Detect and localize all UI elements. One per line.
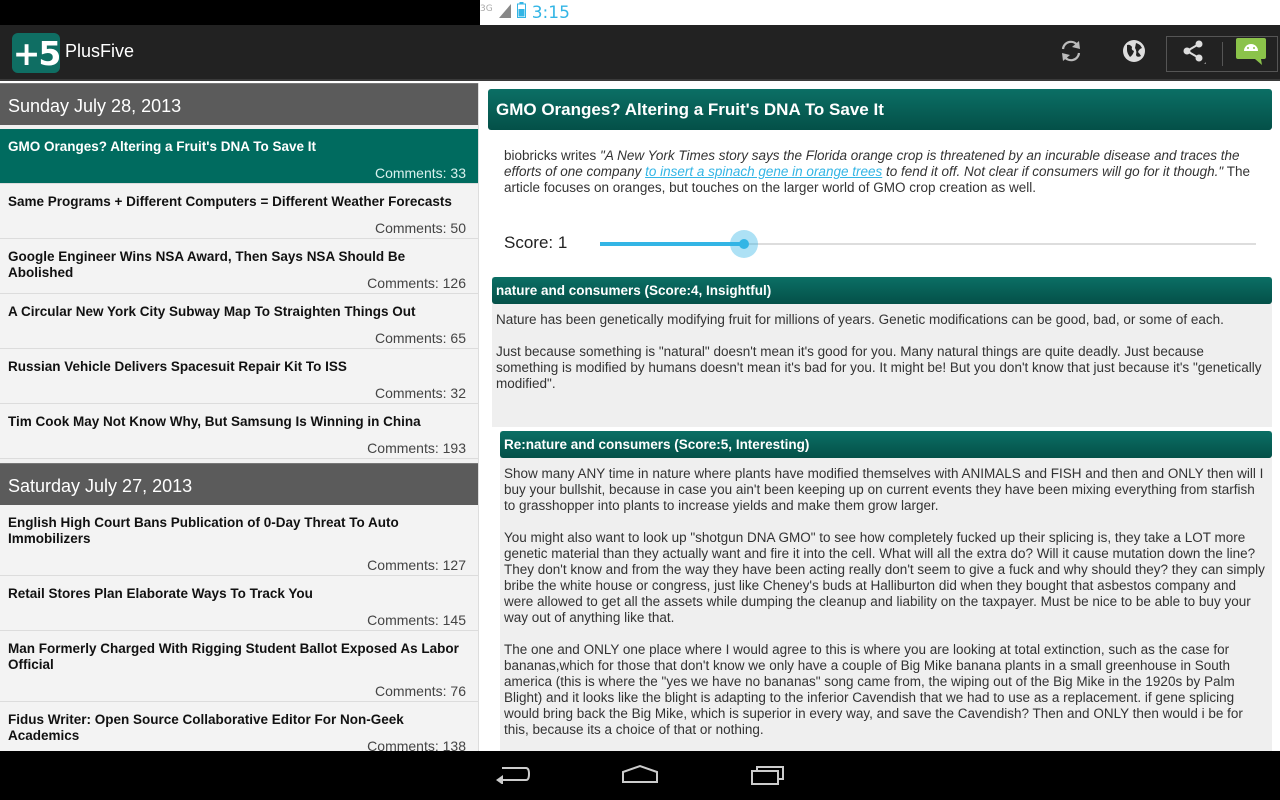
story-list: Sunday July 28, 2013 GMO Oranges? Alteri… <box>0 83 479 751</box>
article-link[interactable]: to insert a spinach gene in orange trees <box>645 164 882 179</box>
story-title: Same Programs + Different Computers = Di… <box>8 194 452 209</box>
share-button[interactable] <box>1175 35 1211 71</box>
home-icon <box>620 764 660 788</box>
recent-apps-icon <box>750 763 786 789</box>
story-comments: Comments: 65 <box>374 330 466 346</box>
score-slider-fill <box>600 242 745 246</box>
comment-header[interactable]: Re:nature and consumers (Score:5, Intere… <box>500 431 1272 458</box>
story-item[interactable]: English High Court Bans Publication of 0… <box>0 505 478 576</box>
home-button[interactable] <box>618 761 662 791</box>
share-divider <box>1222 42 1223 66</box>
summary-prefix: biobricks writes <box>504 148 601 163</box>
story-comments: Comments: 33 <box>374 165 466 181</box>
back-button[interactable] <box>490 761 534 791</box>
messaging-share-button[interactable] <box>1233 35 1269 71</box>
app-title: PlusFive <box>65 41 135 61</box>
summary-quote-end: to fend it off. Not clear if consumers w… <box>882 164 1224 179</box>
story-item[interactable]: Retail Stores Plan Elaborate Ways To Tra… <box>0 576 478 631</box>
story-comments: Comments: 50 <box>374 220 466 236</box>
story-item[interactable]: Tim Cook May Not Know Why, But Samsung I… <box>0 404 478 459</box>
clock: 3:15 <box>531 2 570 23</box>
story-title: Russian Vehicle Delivers Spacesuit Repai… <box>8 359 347 374</box>
recent-apps-button[interactable] <box>746 761 790 791</box>
story-title: A Circular New York City Subway Map To S… <box>8 304 416 319</box>
article-pane: GMO Oranges? Altering a Fruit's DNA To S… <box>480 83 1280 751</box>
back-icon <box>494 764 531 788</box>
day-header: Sunday July 28, 2013 <box>0 83 478 125</box>
story-comments: Comments: 127 <box>367 557 466 573</box>
comment-body: Nature has been genetically modifying fr… <box>492 304 1272 392</box>
story-item[interactable]: Man Formerly Charged With Rigging Studen… <box>0 631 478 702</box>
story-comments: Comments: 145 <box>367 612 466 628</box>
messaging-icon <box>1235 35 1267 71</box>
battery-icon <box>516 2 526 23</box>
story-comments: Comments: 32 <box>374 385 466 401</box>
network-type: 3G <box>480 3 493 14</box>
story-item[interactable]: Fidus Writer: Open Source Collaborative … <box>0 702 478 751</box>
day-header: Saturday July 27, 2013 <box>0 463 478 505</box>
story-comments: Comments: 193 <box>367 440 466 456</box>
score-slider[interactable] <box>600 230 1256 258</box>
comment-paragraph: You might also want to look up "shotgun … <box>504 530 1265 625</box>
article-title: GMO Oranges? Altering a Fruit's DNA To S… <box>488 89 1272 130</box>
story-title: Tim Cook May Not Know Why, But Samsung I… <box>8 414 421 429</box>
story-comments: Comments: 126 <box>367 275 466 291</box>
refresh-icon <box>1058 38 1084 68</box>
comment-paragraph: Just because something is "natural" does… <box>496 344 1262 391</box>
score-slider-thumb[interactable] <box>730 230 759 258</box>
action-bar: +5 PlusFive <box>0 25 1280 81</box>
story-item[interactable]: Russian Vehicle Delivers Spacesuit Repai… <box>0 349 478 404</box>
story-comments: Comments: 138 <box>367 738 466 751</box>
story-comments: Comments: 76 <box>374 683 466 699</box>
story-title: Retail Stores Plan Elaborate Ways To Tra… <box>8 586 313 601</box>
navigation-bar <box>0 751 1280 800</box>
globe-icon <box>1121 38 1147 68</box>
article-summary: biobricks writes "A New York Times story… <box>504 148 1256 196</box>
comment-reply: Re:nature and consumers (Score:5, Intere… <box>500 431 1272 751</box>
open-in-browser-button[interactable] <box>1116 35 1152 71</box>
status-bar: 3G 3:15 <box>0 0 1280 25</box>
comment: nature and consumers (Score:4, Insightfu… <box>492 277 1272 427</box>
story-item[interactable]: Google Engineer Wins NSA Award, Then Say… <box>0 239 478 294</box>
story-item[interactable]: Same Programs + Different Computers = Di… <box>0 184 478 239</box>
share-icon <box>1180 38 1206 68</box>
score-label: Score: 1 <box>504 233 568 252</box>
story-title: GMO Oranges? Altering a Fruit's DNA To S… <box>8 139 317 154</box>
app-logo[interactable]: +5 <box>12 33 61 73</box>
comment-header[interactable]: nature and consumers (Score:4, Insightfu… <box>492 277 1272 304</box>
comment-body: Show many ANY time in nature where plant… <box>500 458 1272 738</box>
comment-paragraph: Nature has been genetically modifying fr… <box>496 312 1224 327</box>
story-item[interactable]: A Circular New York City Subway Map To S… <box>0 294 478 349</box>
comment-paragraph: The one and ONLY one place where I would… <box>504 642 1243 737</box>
comment-paragraph: Show many ANY time in nature where plant… <box>504 466 1264 513</box>
story-title: English High Court Bans Publication of 0… <box>8 515 399 546</box>
signal-icon <box>498 3 511 23</box>
refresh-button[interactable] <box>1053 35 1089 71</box>
story-item[interactable]: GMO Oranges? Altering a Fruit's DNA To S… <box>0 129 478 184</box>
story-title: Man Formerly Charged With Rigging Studen… <box>8 641 459 672</box>
